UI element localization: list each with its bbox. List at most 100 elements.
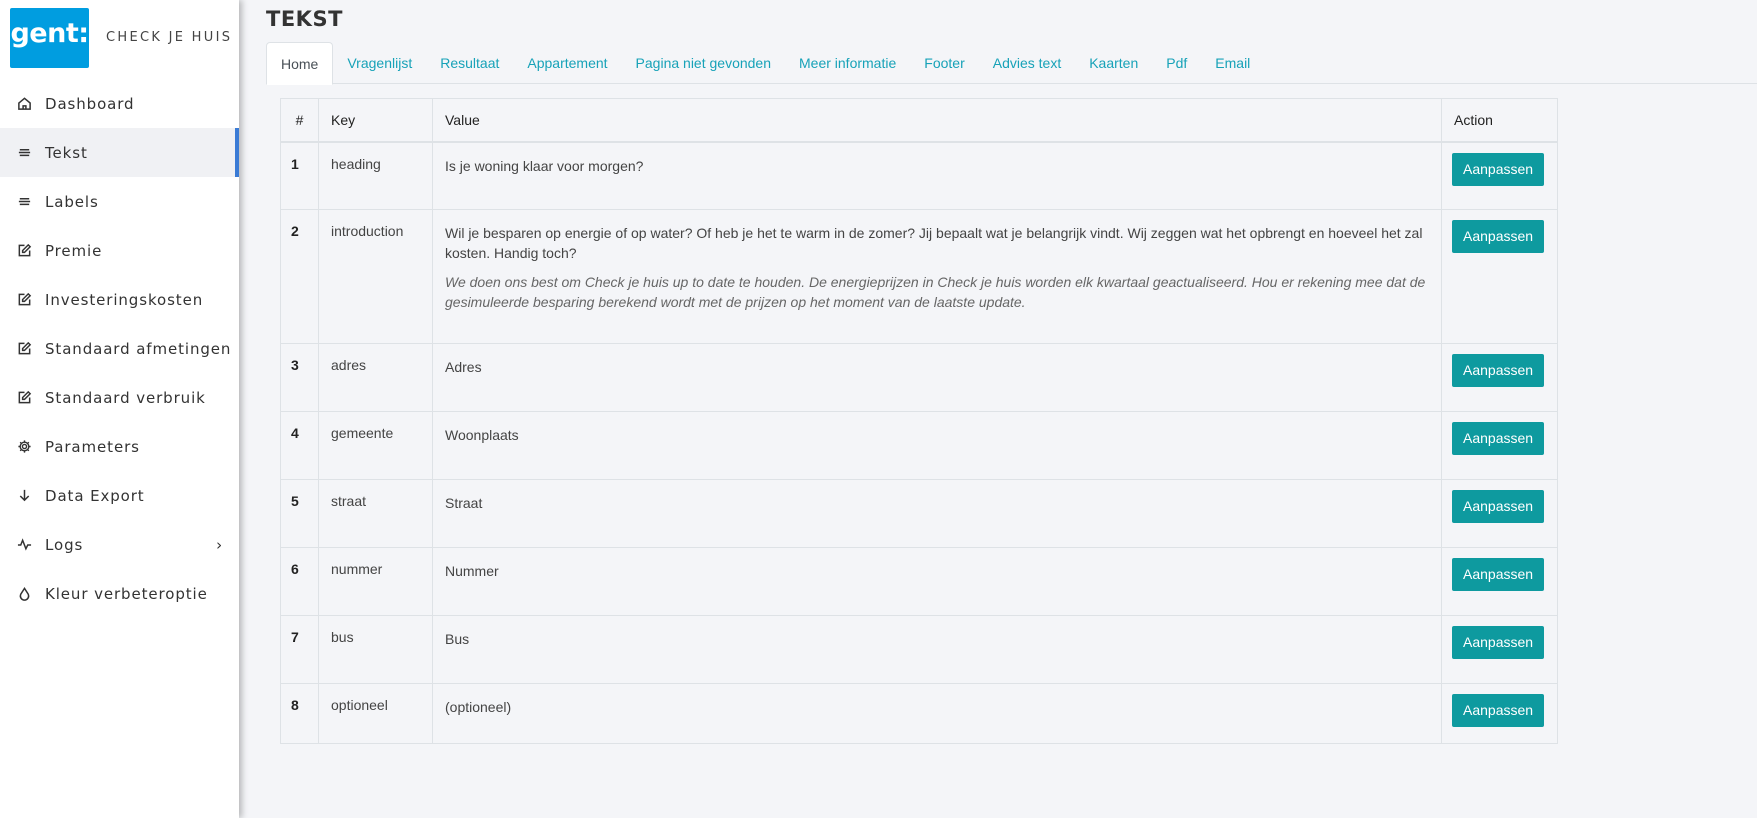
- sidebar-item-parameters[interactable]: Parameters: [0, 422, 239, 471]
- sidebar-item-label: Investeringskosten: [45, 290, 204, 309]
- text-table-container: # Key Value Action 1 heading Is je woning …: [280, 98, 1558, 744]
- aanpassen-button[interactable]: Aanpassen: [1452, 626, 1545, 659]
- edit-icon: [16, 390, 32, 406]
- sidebar-item-premie[interactable]: Premie: [0, 226, 239, 275]
- sidebar-item-standaard-afmetingen[interactable]: Standaard afmetingen: [0, 324, 239, 373]
- row-value: Woonplaats: [432, 411, 1442, 480]
- sidebar-item-label: Standaard verbruik: [45, 388, 206, 407]
- row-value-text: Nummer: [445, 563, 499, 579]
- aanpassen-button[interactable]: Aanpassen: [1452, 354, 1545, 387]
- sidebar-item-dashboard[interactable]: Dashboard: [0, 79, 239, 128]
- column-header-value: Value: [432, 98, 1442, 143]
- page-title: TEKST: [266, 7, 343, 31]
- row-action: Aanpassen: [1441, 547, 1558, 616]
- column-header-action: Action: [1441, 98, 1558, 143]
- sidebar-item-standaard-verbruik[interactable]: Standaard verbruik: [0, 373, 239, 422]
- row-number: 5: [280, 479, 319, 548]
- row-action: Aanpassen: [1441, 479, 1558, 548]
- tab-email[interactable]: Email: [1201, 42, 1264, 84]
- app-name: CHECK JE HUIS: [106, 30, 233, 45]
- sidebar-item-label: Standaard afmetingen: [45, 339, 232, 358]
- row-value-italic-text: We doen ons best om Check je huis up to …: [445, 274, 1426, 310]
- row-key: adres: [318, 343, 433, 412]
- row-action: Aanpassen: [1441, 209, 1558, 344]
- gear-icon: [16, 439, 32, 455]
- row-number: 6: [280, 547, 319, 616]
- row-key: nummer: [318, 547, 433, 616]
- tab-kaarten[interactable]: Kaarten: [1075, 42, 1152, 84]
- row-action: Aanpassen: [1441, 141, 1558, 210]
- column-header-key: Key: [318, 98, 433, 143]
- table-header-row: # Key Value Action: [280, 98, 1558, 143]
- row-value-text: Is je woning klaar voor morgen?: [445, 157, 644, 174]
- table-row: 4 gemeente Woonplaats Aanpassen: [280, 411, 1558, 480]
- sidebar-item-tekst[interactable]: Tekst: [0, 128, 239, 177]
- table-row: 6 nummer Nummer Aanpassen: [280, 547, 1558, 616]
- sidebar-item-labels[interactable]: Labels: [0, 177, 239, 226]
- sidebar-item-label: Dashboard: [45, 94, 135, 113]
- row-number: 4: [280, 411, 319, 480]
- sidebar-item-data-export[interactable]: Data Export: [0, 471, 239, 520]
- table-row: 5 straat Straat Aanpassen: [280, 479, 1558, 548]
- sidebar-menu: Dashboard Tekst Labels Premie Investeringsko…: [0, 79, 239, 618]
- activity-icon: [16, 537, 32, 553]
- row-action: Aanpassen: [1441, 411, 1558, 480]
- tab-bar: Home Vragenlijst Resultaat Appartement Pagin…: [266, 42, 1757, 85]
- column-header-number: #: [280, 98, 319, 143]
- row-value-text: Woonplaats: [445, 427, 519, 443]
- gent-logo[interactable]: gent:: [10, 7, 89, 68]
- row-number: 8: [280, 683, 319, 744]
- aanpassen-button[interactable]: Aanpassen: [1452, 558, 1545, 591]
- sidebar-item-investeringskosten[interactable]: Investeringskosten: [0, 275, 239, 324]
- row-value: Nummer: [432, 547, 1442, 616]
- sidebar-item-label: Kleur verbeteroptie: [45, 584, 208, 603]
- tab-advies-text[interactable]: Advies text: [979, 42, 1075, 84]
- row-key: introduction: [318, 209, 433, 344]
- row-action: Aanpassen: [1441, 343, 1558, 412]
- row-action: Aanpassen: [1441, 683, 1558, 744]
- row-value-text: Bus: [445, 631, 470, 647]
- tab-pagina-niet-gevonden[interactable]: Pagina niet gevonden: [622, 42, 785, 84]
- sidebar-item-label: Tekst: [45, 143, 88, 162]
- row-number: 3: [280, 343, 319, 412]
- brand: gent: CHECK JE HUIS: [0, 0, 239, 75]
- sidebar-item-label: Premie: [45, 241, 103, 260]
- tab-home[interactable]: Home: [266, 42, 334, 85]
- tab-pdf[interactable]: Pdf: [1152, 42, 1201, 84]
- aanpassen-button[interactable]: Aanpassen: [1452, 490, 1545, 523]
- sidebar-item-label: Parameters: [45, 437, 140, 456]
- text-table: # Key Value Action 1 heading Is je woning …: [280, 98, 1558, 744]
- aanpassen-button[interactable]: Aanpassen: [1452, 422, 1545, 455]
- table-row: 8 optioneel (optioneel) Aanpassen: [280, 683, 1558, 744]
- table-row: 3 adres Adres Aanpassen: [280, 343, 1558, 412]
- sidebar-item-kleur-verbeteroptie[interactable]: Kleur verbeteroptie: [0, 569, 239, 618]
- row-value-text: Wil je besparen op energie of op water? …: [445, 225, 1423, 261]
- edit-icon: [16, 243, 32, 259]
- row-value: Wil je besparen op energie of op water? …: [432, 209, 1442, 344]
- row-key: heading: [318, 141, 433, 210]
- row-key: bus: [318, 615, 433, 684]
- tab-meer-informatie[interactable]: Meer informatie: [785, 42, 910, 84]
- sidebar: gent: CHECK JE HUIS Dashboard Tekst Labels…: [0, 0, 239, 818]
- row-number: 1: [280, 141, 319, 210]
- tab-appartement[interactable]: Appartement: [513, 42, 621, 84]
- row-value: (optioneel): [432, 683, 1442, 744]
- table-row: 2 introduction Wil je besparen op energie …: [280, 209, 1558, 344]
- tab-vragenlijst[interactable]: Vragenlijst: [333, 42, 426, 84]
- aanpassen-button[interactable]: Aanpassen: [1452, 694, 1545, 727]
- edit-icon: [16, 341, 32, 357]
- sidebar-item-logs[interactable]: Logs ›: [0, 520, 239, 569]
- row-value: Is je woning klaar voor morgen?: [432, 141, 1442, 210]
- row-key: straat: [318, 479, 433, 548]
- aanpassen-button[interactable]: Aanpassen: [1452, 152, 1545, 186]
- home-icon: [16, 96, 32, 112]
- table-row: 7 bus Bus Aanpassen: [280, 615, 1558, 684]
- row-number: 2: [280, 209, 319, 344]
- tab-resultaat[interactable]: Resultaat: [426, 42, 513, 84]
- row-value: Adres: [432, 343, 1442, 412]
- aanpassen-button[interactable]: Aanpassen: [1452, 220, 1545, 253]
- sidebar-item-label: Logs: [45, 535, 84, 554]
- row-value: Straat: [432, 479, 1442, 548]
- tab-footer[interactable]: Footer: [910, 42, 978, 84]
- row-number: 7: [280, 615, 319, 684]
